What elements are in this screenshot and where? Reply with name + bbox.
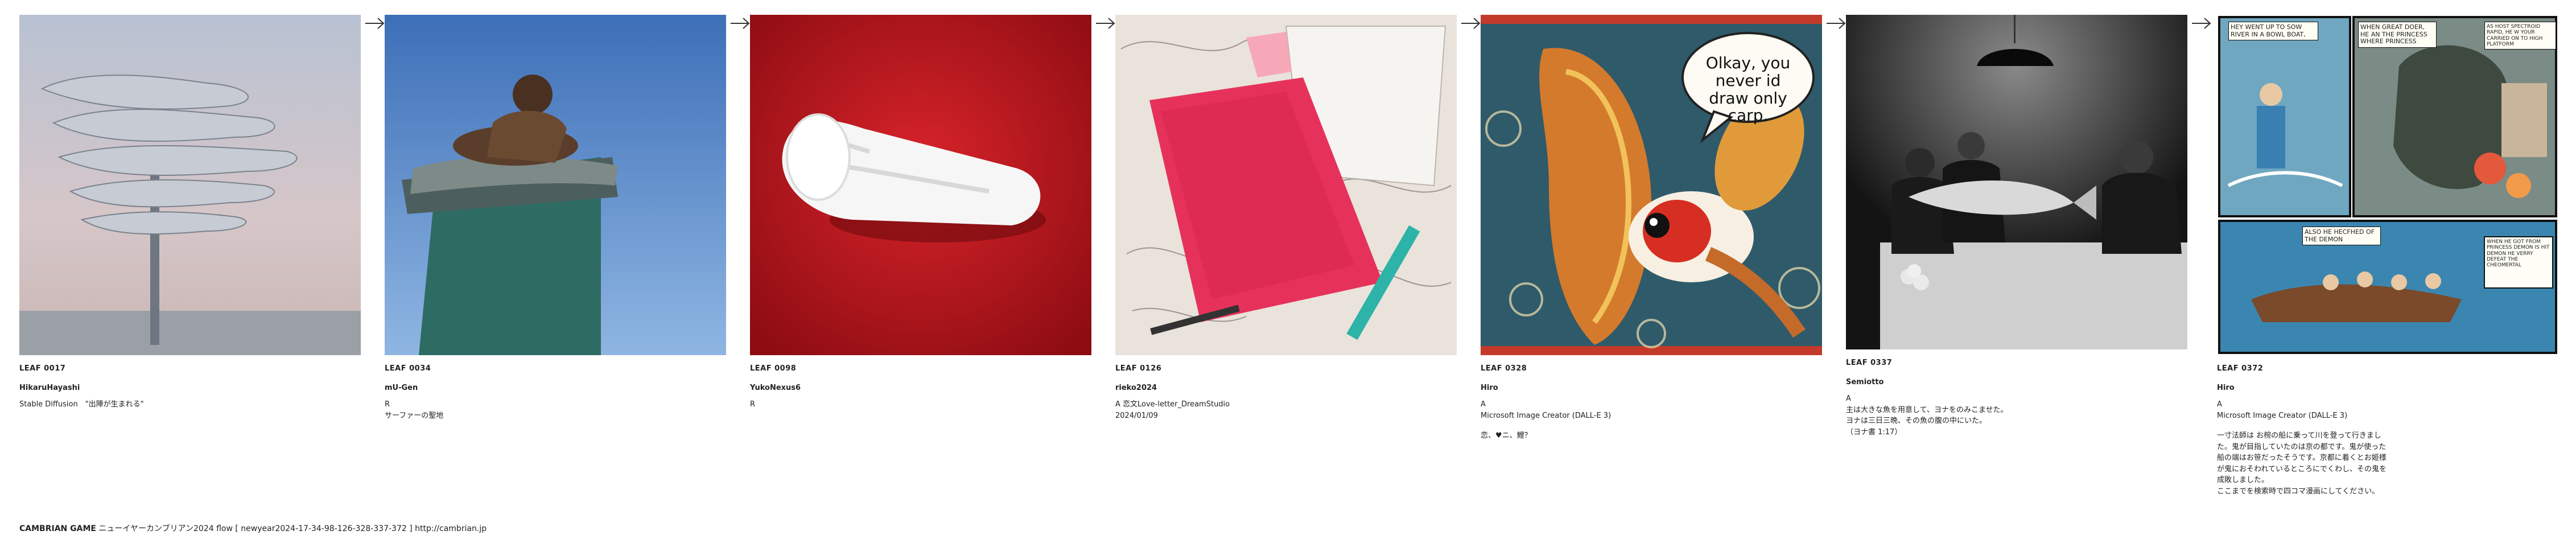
leaf-card-0098: LEAF 0098 YukoNexus6 R bbox=[750, 15, 1091, 410]
leaf-tool: R bbox=[750, 400, 756, 409]
leaf-id: LEAF 0034 bbox=[385, 364, 431, 373]
leaf-author[interactable]: Hiro bbox=[2217, 382, 2558, 394]
comic-caption: ALSO HE HECFHED OF THE DEMON bbox=[2302, 227, 2381, 246]
speech-bubble-text: Olkay, you never id draw only carp. bbox=[1705, 54, 1791, 125]
leaf-image[interactable] bbox=[19, 15, 361, 355]
leaf-id: LEAF 0328 bbox=[1481, 364, 1527, 373]
leaf-image[interactable] bbox=[750, 15, 1091, 355]
leaf-author[interactable]: HikaruHayashi bbox=[19, 382, 361, 394]
leaf-image[interactable] bbox=[1115, 15, 1457, 355]
comic-caption: WHEN HE GOT FROM PRINCESS DEMON IS HIT D… bbox=[2487, 239, 2550, 269]
right-arrow-icon bbox=[364, 15, 387, 32]
leaf-tool: A 恋文Love-letter_DreamStudio 2024/01/09 bbox=[1115, 400, 1230, 420]
leaf-image[interactable] bbox=[385, 15, 726, 355]
leaf-author[interactable]: rieko2024 bbox=[1115, 382, 1457, 394]
leaf-card-0337: LEAF 0337 Semiotto A 主は大きな魚を用意して、ヨナをのみこま… bbox=[1846, 15, 2187, 438]
leaf-tool: A 主は大きな魚を用意して、ヨナをのみこませた。 ヨナは三日三晩、その魚の腹の中… bbox=[1846, 394, 2008, 437]
right-arrow-icon bbox=[1825, 15, 1848, 32]
leaf-author[interactable]: mU-Gen bbox=[385, 382, 726, 394]
leaf-card-0017: LEAF 0017 HikaruHayashi Stable Diffusion… bbox=[19, 15, 361, 410]
comic-caption: WHEN GREAT DOER, HE AN THE PRINCESS WHER… bbox=[2358, 22, 2437, 48]
leaf-id: LEAF 0372 bbox=[2217, 364, 2264, 373]
right-arrow-icon bbox=[1460, 15, 1483, 32]
footer-text[interactable]: ニューイヤーカンブリアン2024 flow [ newyear2024-17-3… bbox=[98, 524, 487, 533]
leaf-card-0126: LEAF 0126 rieko2024 A 恋文Love-letter_Drea… bbox=[1115, 15, 1457, 421]
leaf-id: LEAF 0017 bbox=[19, 364, 66, 373]
comic-caption: HEY WENT UP TO SOW RIVER IN A BOWL BOAT, bbox=[2228, 22, 2318, 41]
right-arrow-icon bbox=[1095, 15, 1118, 32]
leaf-tool: R サーファーの聖地 bbox=[385, 400, 444, 420]
leaf-image[interactable]: HEY WENT UP TO SOW RIVER IN A BOWL BOAT,… bbox=[2217, 15, 2558, 355]
leaf-id: LEAF 0126 bbox=[1115, 364, 1162, 373]
leaf-tool: A Microsoft Image Creator (DALL-E 3) bbox=[1481, 400, 1611, 420]
leaf-tool: A Microsoft Image Creator (DALL-E 3) bbox=[2217, 400, 2348, 420]
right-arrow-icon bbox=[2191, 15, 2214, 32]
leaf-author[interactable]: Semiotto bbox=[1846, 377, 2187, 388]
leaf-comment: 恋、♥ニ、鯉？ bbox=[1481, 431, 1532, 440]
footer: CAMBRIAN GAME ニューイヤーカンブリアン2024 flow [ ne… bbox=[19, 522, 487, 534]
leaf-id: LEAF 0098 bbox=[750, 364, 797, 373]
leaf-author[interactable]: Hiro bbox=[1481, 382, 1822, 394]
leaf-id: LEAF 0337 bbox=[1846, 359, 1893, 367]
leaf-card-0328: Olkay, you never id draw only carp. LEAF… bbox=[1481, 15, 1822, 442]
leaf-card-0372: HEY WENT UP TO SOW RIVER IN A BOWL BOAT,… bbox=[2217, 15, 2558, 497]
leaf-tool: Stable Diffusion "出陣が生まれる" bbox=[19, 400, 144, 409]
leaf-comment: 一寸法師は お椀の船に乗って川を登って行きました。鬼が目指していたのは京の都です… bbox=[2217, 431, 2387, 496]
right-arrow-icon bbox=[729, 15, 752, 32]
leaf-image[interactable] bbox=[1846, 15, 2187, 349]
leaf-author[interactable]: YukoNexus6 bbox=[750, 382, 1091, 394]
comic-caption: AS HOST SPECTROID RAPID, HE W YOUR CARRI… bbox=[2484, 22, 2556, 50]
leaf-image[interactable]: Olkay, you never id draw only carp. bbox=[1481, 15, 1822, 355]
leaf-card-0034: LEAF 0034 mU-Gen R サーファーの聖地 bbox=[385, 15, 726, 421]
footer-title: CAMBRIAN GAME bbox=[19, 524, 96, 533]
